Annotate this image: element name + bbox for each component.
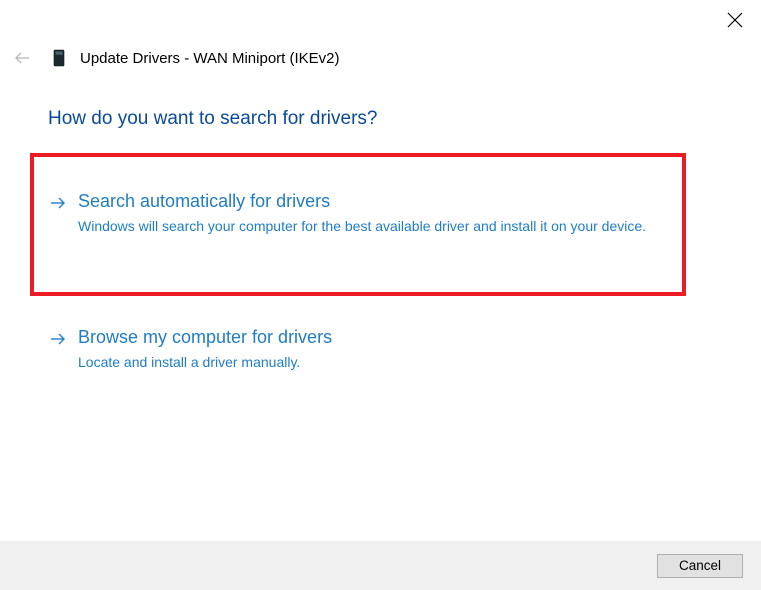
option-description: Locate and install a driver manually. (78, 353, 701, 372)
option-description: Windows will search your computer for th… (78, 217, 701, 236)
cancel-button[interactable]: Cancel (657, 554, 743, 578)
close-button[interactable] (727, 12, 743, 28)
close-icon (727, 12, 743, 28)
main-heading: How do you want to search for drivers? (48, 108, 378, 130)
device-icon (52, 48, 66, 68)
arrow-right-icon (50, 331, 66, 347)
arrow-right-icon (50, 195, 66, 211)
wizard-header: Update Drivers - WAN Miniport (IKEv2) (14, 48, 747, 68)
option-search-automatically[interactable]: Search automatically for drivers Windows… (50, 190, 701, 236)
footer-bar: Cancel (0, 541, 761, 590)
window-title: Update Drivers - WAN Miniport (IKEv2) (80, 50, 340, 67)
option-browse-computer[interactable]: Browse my computer for drivers Locate an… (50, 326, 701, 372)
option-title: Search automatically for drivers (78, 190, 701, 213)
back-arrow-icon (14, 50, 30, 66)
option-title: Browse my computer for drivers (78, 326, 701, 349)
